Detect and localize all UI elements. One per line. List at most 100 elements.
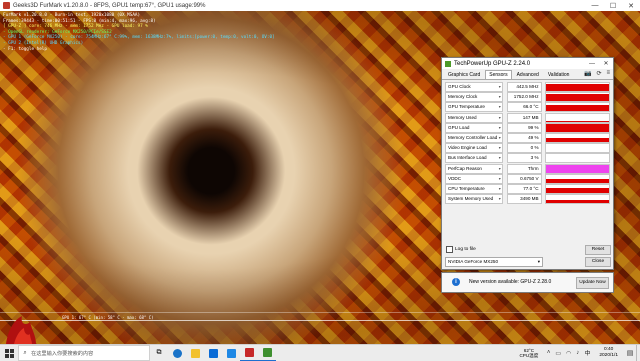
tab-sensors[interactable]: Sensors [485,70,511,79]
sensor-label[interactable]: GPU Load [445,123,503,133]
taskbar-app-furmark[interactable] [240,345,258,361]
sensor-label[interactable]: GPU Clock [445,82,503,92]
sensor-value: Thrm [507,164,542,174]
minimize-icon[interactable]: — [585,58,599,69]
gpu-select-dropdown[interactable]: NVIDIA GeForce MX250 [445,257,543,267]
cpu-temperature-label: CPU温度 [519,353,538,358]
sensor-label[interactable]: Bus Interface Load [445,153,503,163]
update-notification: i New version available: GPU-Z 2.28.0 Up… [441,272,614,293]
chevron-up-icon[interactable]: ˄ [547,350,551,356]
log-to-file-checkbox[interactable]: Log to file [446,246,476,253]
search-placeholder: 在这里输入你要搜索的内容 [31,350,93,357]
windows-logo-icon [5,349,14,358]
sensor-graph-fill [546,105,609,111]
info-icon: i [452,278,460,286]
sensor-graph-fill [546,188,609,193]
close-icon[interactable]: ✕ [622,0,640,11]
taskbar-app-mail[interactable] [222,345,240,361]
show-desktop-button[interactable] [636,345,640,361]
wifi-icon[interactable]: ◠ [566,350,571,357]
taskbar-search-box[interactable]: ⌕ 在这里输入你要搜索的内容 [18,345,150,361]
sensor-label[interactable]: Memory Used [445,113,503,123]
sensor-value: 3490 MB [507,194,542,204]
sensor-graph-fill [546,165,609,173]
sensor-value: 442.5 MHz [507,82,542,92]
task-view-button[interactable]: ⧉ [150,345,168,361]
sensor-label[interactable]: System Memory Used [445,194,503,204]
furmark-window-controls: — ☐ ✕ [586,0,640,11]
sensor-label[interactable]: Video Engine Load [445,143,503,153]
sensor-graph [545,184,610,194]
clock-date: 2020/1/1 [599,353,618,359]
volume-icon[interactable]: ♪ [576,350,579,356]
sensor-value: 66.0 °C [507,102,542,112]
tab-validation[interactable]: Validation [544,70,574,79]
sensor-graph [545,143,610,153]
tab-graphics-card[interactable]: Graphics Card [444,70,484,79]
sensor-row: Memory Clock 1752.0 MHz [445,92,610,102]
taskbar-app-explorer[interactable] [186,345,204,361]
battery-icon[interactable]: ▭ [555,350,561,357]
maximize-icon[interactable]: ☐ [604,0,622,11]
sensor-value: 1752.0 MHz [507,92,542,102]
sensor-graph [545,153,610,163]
sensor-value: 0 % [507,143,542,153]
sensor-label[interactable]: Memory Controller Load [445,133,503,143]
gpuz-toolbar-icons: 📷 ⟳ ≡ [584,70,610,77]
minimize-icon[interactable]: — [586,0,604,11]
furmark-app-icon [3,2,10,9]
gpuz-titlebar[interactable]: TechPowerUp GPU-Z 2.24.0 — ✕ [442,58,613,69]
gpuz-window-controls: — ✕ [585,58,613,69]
taskbar-app-store[interactable] [204,345,222,361]
input-method-indicator[interactable]: 中 [585,349,591,357]
sensor-label[interactable]: PerfCap Reason [445,164,503,174]
sensor-label[interactable]: CPU Temperature [445,184,503,194]
sensor-label[interactable]: Memory Clock [445,92,503,102]
gpuz-window: TechPowerUp GPU-Z 2.24.0 — ✕ Graphics Ca… [441,57,614,270]
clock[interactable]: 0:40 2020/1/1 [599,347,618,358]
sensor-row: GPU Clock 442.5 MHz [445,82,610,92]
sensor-row: Bus Interface Load 3 % [445,153,610,163]
start-button[interactable] [0,345,18,361]
gpuz-window-title: TechPowerUp GPU-Z 2.24.0 [454,61,530,67]
sensor-value: 0.6750 V [507,174,542,184]
sensor-graph-fill [546,138,609,142]
search-icon: ⌕ [19,350,31,357]
sensor-graph [545,164,610,174]
reset-button[interactable]: Reset [585,245,611,255]
tab-advanced[interactable]: Advanced [513,70,543,79]
taskbar-app-edge[interactable] [168,345,186,361]
sensor-row: GPU Load 99 % [445,123,610,133]
overlay-line: - F1: toggle help [3,47,275,53]
menu-icon[interactable]: ≡ [606,70,610,77]
sensor-label[interactable]: VDDC [445,174,503,184]
system-tray: 62°C CPU温度 ˄ ▭ ◠ ♪ 中 0:40 2020/1/1 ▤ [519,345,640,361]
sensor-value: 49 % [507,133,542,143]
gpuz-app-icon [445,61,451,67]
refresh-icon[interactable]: ⟳ [596,70,601,77]
taskbar-app-gpuz[interactable] [258,345,276,361]
sensor-graph-fill [546,94,609,102]
sensor-graph [545,82,610,92]
sensor-label[interactable]: GPU Temperature [445,102,503,112]
checkbox-box[interactable] [446,246,453,253]
sensor-row: System Memory Used 3490 MB [445,194,610,204]
update-now-button[interactable]: Update Now [576,277,609,289]
furmark-stats-overlay: FurMark v1.20.8.0 - Burn-in test, 1920x1… [3,13,275,52]
sensor-value: 3 % [507,153,542,163]
furmark-window-title: Geeks3D FurMark v1.20.8.0 - 8FPS, GPU1 t… [13,3,205,9]
close-icon[interactable]: ✕ [599,58,613,69]
store-icon [209,349,218,358]
notification-icon[interactable]: ▤ [624,349,636,357]
sensor-graph [545,113,610,123]
temperature-graph-line [0,320,640,321]
temperature-graph: GPU 1: 67° C (min: 58° C - max: 68° C) [0,312,640,345]
close-button[interactable]: Close [585,257,611,267]
sensor-list: GPU Clock 442.5 MHz Memory Clock 1752.0 … [445,82,610,204]
gpuz-tab-bar: Graphics Card Sensors Advanced Validatio… [442,69,613,80]
sensor-row: Memory Used 147 MB [445,113,610,123]
folder-icon [191,349,200,358]
screenshot-icon[interactable]: 📷 [584,70,591,77]
cpu-temperature-widget[interactable]: 62°C CPU温度 [519,348,538,358]
sensor-graph [545,123,610,133]
